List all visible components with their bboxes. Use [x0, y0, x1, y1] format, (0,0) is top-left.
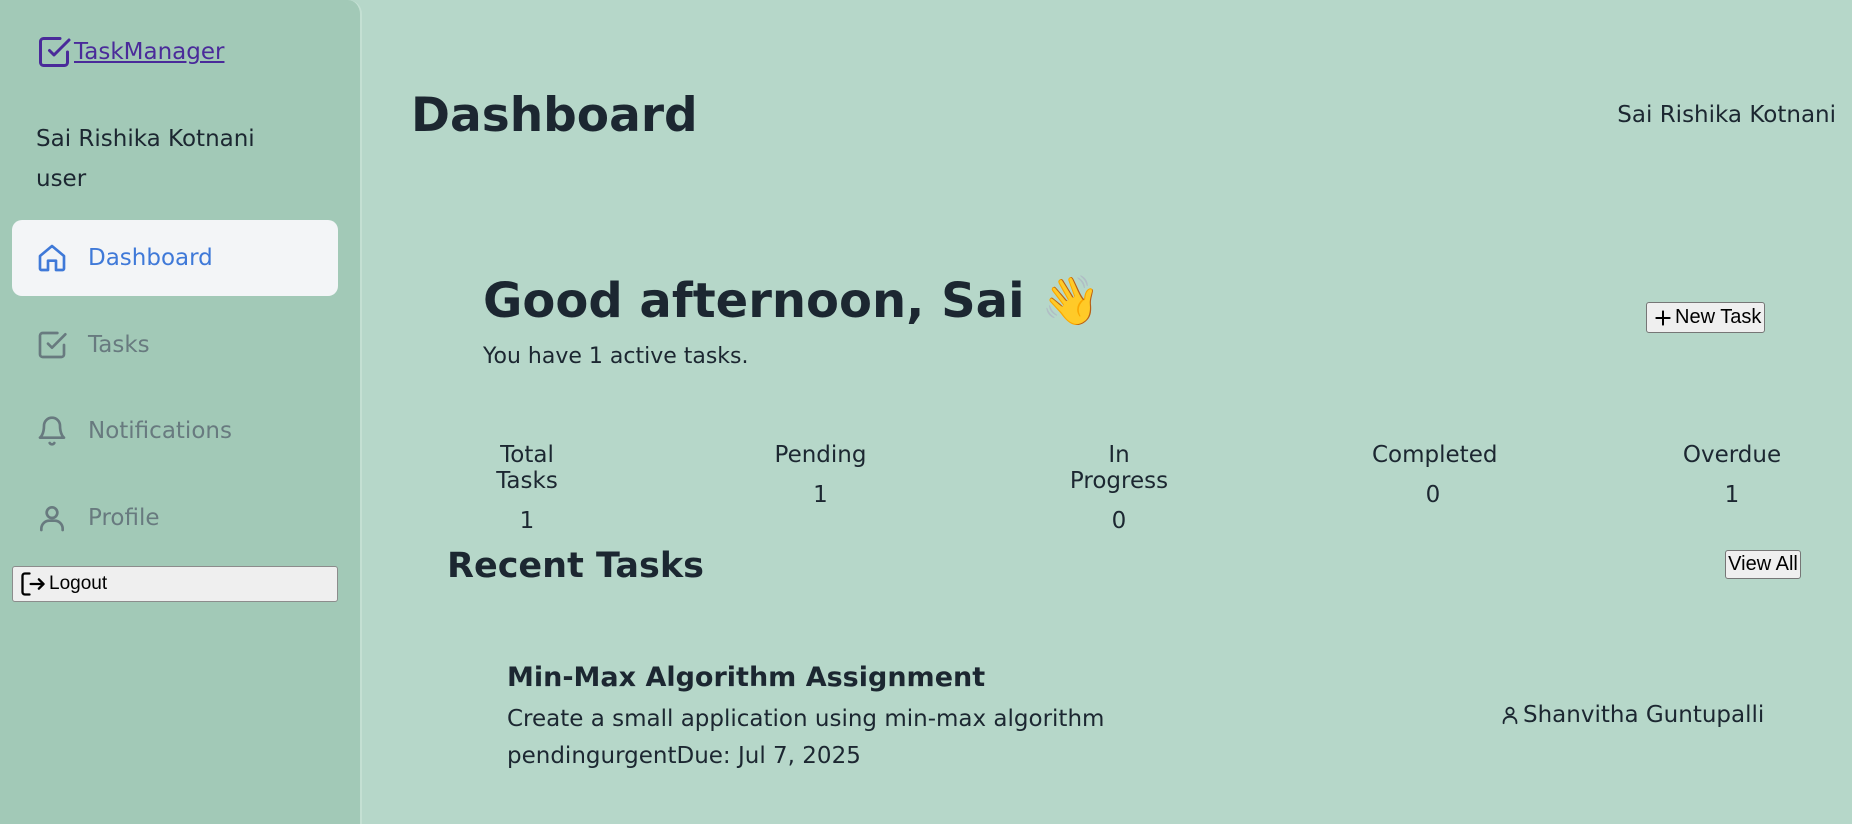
stat-label: Pending [774, 442, 867, 468]
sidebar: TaskManager Sai Rishika Kotnani user Das… [0, 0, 362, 824]
stat-value: 0 [1425, 482, 1441, 508]
stat-total-tasks: Total Tasks 1 [471, 442, 583, 534]
plus-icon [1655, 309, 1671, 326]
stat-value: 1 [1724, 482, 1740, 508]
check-square-icon [38, 331, 67, 359]
view-all-label: View All [1728, 553, 1798, 575]
task-title[interactable]: Min-Max Algorithm Assignment [507, 662, 985, 693]
sidebar-item-profile[interactable]: Profile [12, 480, 338, 556]
task-assignee: Shanvitha Guntupalli [1499, 702, 1764, 728]
stat-value: 1 [813, 482, 828, 508]
logout-label: Logout [49, 573, 108, 594]
sidebar-item-dashboard[interactable]: Dashboard [12, 220, 338, 296]
bell-icon [38, 416, 66, 446]
stat-label: In Progress [1069, 442, 1169, 494]
stat-value: 1 [519, 508, 535, 534]
sidebar-item-label: Dashboard [88, 245, 213, 271]
stat-label: Overdue [1682, 442, 1782, 468]
sidebar-item-notifications[interactable]: Notifications [12, 393, 338, 469]
task-priority-badge: urgent [600, 743, 677, 769]
stat-overdue: Overdue 1 [1682, 442, 1782, 508]
check-square-icon [39, 37, 71, 67]
app-name[interactable]: TaskManager [74, 39, 224, 65]
view-all-button[interactable]: View All [1725, 550, 1801, 579]
sidebar-item-label: Tasks [88, 332, 150, 358]
home-icon [38, 244, 66, 272]
task-meta: pending urgent Due: Jul 7, 2025 [507, 743, 861, 769]
sidebar-item-label: Notifications [88, 418, 232, 444]
logout-button[interactable]: Logout [12, 566, 338, 602]
page-title: Dashboard [411, 88, 698, 143]
app-logo-link[interactable]: TaskManager [36, 34, 224, 70]
sidebar-user-role: user [36, 166, 87, 192]
sidebar-item-tasks[interactable]: Tasks [12, 307, 338, 383]
recent-tasks-heading: Recent Tasks [447, 546, 704, 586]
stat-completed: Completed 0 [1372, 442, 1498, 508]
stat-value: 0 [1111, 508, 1127, 534]
stat-in-progress: In Progress 0 [1058, 442, 1180, 534]
header-user-name: Sai Rishika Kotnani [1617, 102, 1836, 128]
sidebar-item-label: Profile [88, 505, 160, 531]
logout-icon [21, 572, 45, 596]
user-icon [40, 505, 64, 532]
stat-label: Total Tasks [496, 442, 558, 494]
new-task-label: New Task [1675, 306, 1762, 328]
sidebar-user-name: Sai Rishika Kotnani [36, 126, 255, 152]
user-icon [1502, 706, 1518, 725]
task-status-badge: pending [507, 743, 601, 769]
new-task-button[interactable]: New Task [1646, 302, 1765, 333]
assignee-name: Shanvitha Guntupalli [1523, 702, 1765, 728]
stat-label: Completed [1372, 442, 1498, 468]
task-description: Create a small application using min-max… [507, 706, 1105, 732]
task-due-date: Due: Jul 7, 2025 [676, 743, 861, 769]
greeting-heading: Good afternoon, Sai 👋 [483, 273, 1101, 329]
active-tasks-summary: You have 1 active tasks. [483, 344, 749, 369]
stat-pending: Pending 1 [773, 442, 868, 508]
